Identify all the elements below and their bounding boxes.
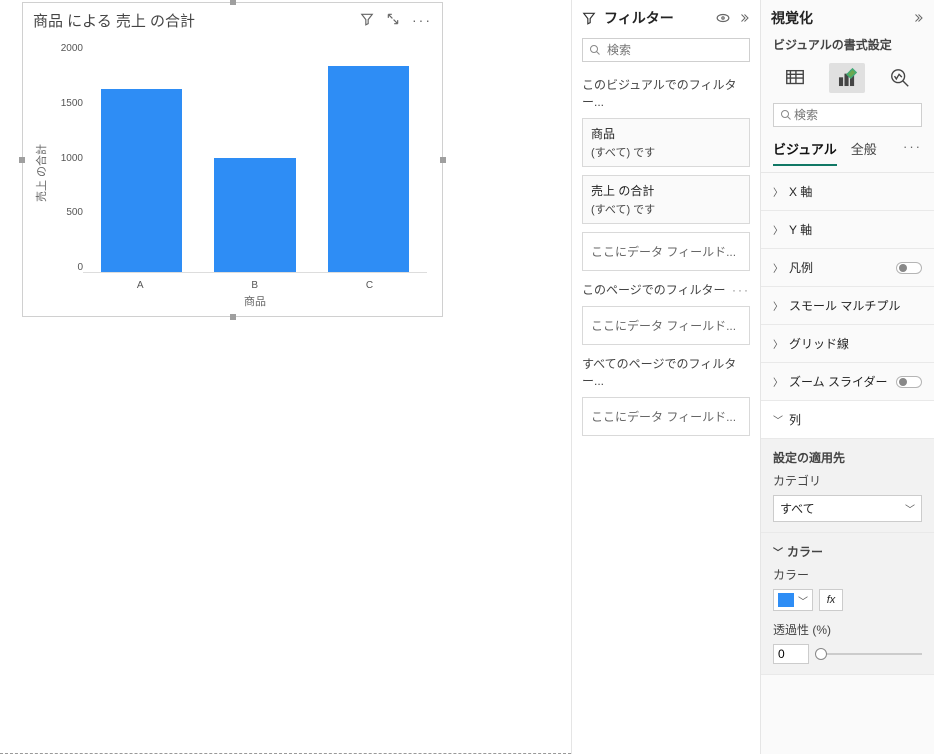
apply-to-header: 設定の適用先: [773, 449, 922, 466]
tab-general[interactable]: 全般: [851, 139, 877, 166]
acc-legend[interactable]: 〉 凡例: [761, 249, 934, 287]
filters-section-page: このページでのフィルター: [582, 281, 726, 298]
filters-search[interactable]: [582, 38, 750, 62]
toggle-zoom[interactable]: [896, 376, 922, 388]
viz-subtitle: ビジュアルの書式設定: [761, 36, 934, 59]
filters-search-input[interactable]: [605, 42, 760, 58]
color-picker[interactable]: ﹀: [773, 589, 813, 611]
drop-field-visual[interactable]: ここにデータ フィールド...: [582, 232, 750, 271]
bar-C[interactable]: [328, 66, 409, 272]
report-canvas[interactable]: 商品 による 売上 の合計 ··· 売上 の合計 2000 1500 1000: [0, 0, 571, 754]
fx-button[interactable]: fx: [819, 589, 843, 611]
filters-section-visual: このビジュアルでのフィルター...: [582, 76, 750, 110]
filter-icon[interactable]: [360, 12, 374, 28]
more-options-icon[interactable]: ···: [412, 12, 432, 28]
viz-title: 視覚化: [771, 8, 813, 28]
focus-mode-icon[interactable]: [386, 12, 400, 28]
category-select[interactable]: すべて ﹀: [773, 495, 922, 522]
collapse-pane-icon[interactable]: [738, 12, 750, 24]
analytics-tab[interactable]: [882, 63, 918, 93]
color-chip: [778, 593, 794, 607]
bar-B[interactable]: [214, 158, 295, 273]
resize-handle[interactable]: [230, 314, 236, 320]
visual-bar-chart[interactable]: 商品 による 売上 の合計 ··· 売上 の合計 2000 1500 1000: [22, 2, 443, 317]
color-section-header: カラー: [787, 543, 823, 560]
opacity-slider[interactable]: [817, 653, 922, 655]
chevron-right-icon: 〉: [773, 184, 783, 199]
y-axis-label: 売上 の合計: [33, 133, 49, 213]
tab-visual[interactable]: ビジュアル: [773, 139, 837, 166]
filters-pane: フィルター このビジュアルでのフィルター... 商品 (すべて) です 売上 の…: [571, 0, 760, 754]
drop-field-page[interactable]: ここにデータ フィールド...: [582, 306, 750, 345]
acc-xaxis[interactable]: 〉 X 軸: [761, 173, 934, 211]
y-axis-ticks: 2000 1500 1000 500 0: [55, 43, 83, 273]
search-icon: [780, 109, 792, 121]
chevron-right-icon: 〉: [773, 374, 783, 389]
chevron-down-icon: ﹀: [773, 412, 783, 427]
more-icon[interactable]: ···: [732, 283, 750, 297]
bar-A[interactable]: [101, 89, 182, 272]
chevron-right-icon: 〉: [773, 336, 783, 351]
opacity-input[interactable]: [773, 644, 809, 664]
acc-gridlines[interactable]: 〉 グリッド線: [761, 325, 934, 363]
eye-icon[interactable]: [716, 11, 730, 25]
visualizations-pane: 視覚化 ビジュアルの書式設定 ビジュアル 全般: [760, 0, 934, 754]
chevron-right-icon: 〉: [773, 298, 783, 313]
build-visual-tab[interactable]: [777, 63, 813, 93]
chart-title: 商品 による 売上 の合計: [33, 10, 360, 31]
format-search-input[interactable]: [792, 107, 934, 123]
drop-field-all[interactable]: ここにデータ フィールド...: [582, 397, 750, 436]
chart-bars: [83, 43, 427, 273]
filters-title: フィルター: [604, 8, 674, 28]
acc-zoom-slider[interactable]: 〉 ズーム スライダー: [761, 363, 934, 401]
chevron-right-icon: 〉: [773, 222, 783, 237]
filter-icon: [582, 11, 596, 25]
filter-card-product[interactable]: 商品 (すべて) です: [582, 118, 750, 167]
acc-yaxis[interactable]: 〉 Y 軸: [761, 211, 934, 249]
format-visual-tab[interactable]: [829, 63, 865, 93]
filter-card-sales[interactable]: 売上 の合計 (すべて) です: [582, 175, 750, 224]
format-search[interactable]: [773, 103, 922, 127]
resize-handle[interactable]: [230, 0, 236, 5]
chevron-right-icon: 〉: [773, 260, 783, 275]
chevron-down-icon: ﹀: [798, 593, 808, 608]
slider-thumb[interactable]: [815, 648, 827, 660]
acc-small-multiples[interactable]: 〉 スモール マルチプル: [761, 287, 934, 325]
chevron-down-icon: ﹀: [773, 544, 783, 559]
more-icon[interactable]: ···: [903, 139, 922, 166]
toggle-legend[interactable]: [896, 262, 922, 274]
search-icon: [589, 44, 601, 56]
x-axis-label: 商品: [83, 293, 427, 309]
filters-section-all: すべてのページでのフィルター...: [582, 355, 750, 389]
category-label: カテゴリ: [773, 472, 922, 489]
chevron-down-icon: ﹀: [905, 501, 915, 516]
opacity-label: 透過性 (%): [773, 621, 922, 638]
acc-columns[interactable]: ﹀ 列: [761, 401, 934, 439]
collapse-pane-icon[interactable]: [912, 12, 924, 24]
x-axis-ticks: A B C: [83, 280, 427, 291]
color-label: カラー: [773, 566, 922, 583]
